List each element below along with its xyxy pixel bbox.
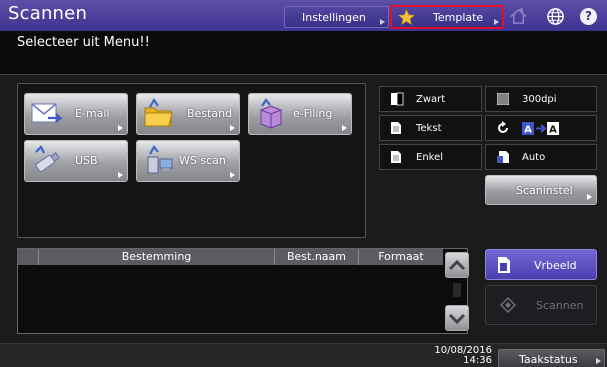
- arrow-icon: [596, 358, 601, 364]
- svg-text:A: A: [549, 125, 557, 136]
- document-icon: [391, 122, 401, 134]
- file-button[interactable]: Bestand: [136, 93, 240, 135]
- usb-button-label: USB: [75, 154, 98, 167]
- single-double-label: Enkel: [416, 152, 444, 163]
- wsscan-button-label: WS scan: [179, 154, 226, 167]
- template-button[interactable]: Template: [390, 5, 504, 29]
- job-status-label: Taakstatus: [519, 353, 578, 366]
- column-destination: Bestemming: [38, 249, 274, 265]
- envelope-icon: [31, 103, 63, 123]
- arrow-icon: [587, 194, 592, 200]
- app-title: Scannen: [8, 3, 88, 24]
- network-pc-icon: [147, 145, 173, 174]
- star-icon: [398, 9, 415, 26]
- black-white-icon: [391, 92, 404, 106]
- scan-start-button[interactable]: Scannen: [485, 285, 597, 325]
- list-header: Bestemming Best.naam Formaat: [18, 249, 443, 265]
- original-size-icon: [497, 151, 509, 163]
- email-button[interactable]: E-mail: [24, 93, 128, 135]
- single-sided-icon: [391, 151, 401, 163]
- single-double-setting[interactable]: Enkel: [379, 144, 482, 170]
- scroll-down-button[interactable]: [445, 305, 469, 331]
- text-to-text-icon: A A: [522, 122, 559, 136]
- rotation-setting[interactable]: A A: [485, 115, 597, 141]
- settings-button[interactable]: Instellingen: [284, 6, 389, 28]
- chevron-down-icon: [448, 313, 466, 325]
- arrow-icon: [380, 19, 385, 25]
- datetime: 10/08/2016 14:36: [430, 346, 492, 366]
- start-diamond-icon: [500, 297, 516, 313]
- column-file-name: Best.naam: [274, 249, 358, 265]
- wsscan-button[interactable]: WS scan: [136, 140, 240, 182]
- home-icon[interactable]: [509, 7, 528, 26]
- template-button-label: Template: [433, 11, 484, 24]
- time-text: 14:36: [463, 355, 492, 366]
- arrow-icon: [118, 172, 123, 178]
- preview-icon: [498, 257, 510, 273]
- arrow-icon: [342, 125, 347, 131]
- resolution-setting[interactable]: 300dpi: [485, 86, 597, 112]
- scan-settings-button[interactable]: Scaninstel: [485, 175, 597, 205]
- help-icon[interactable]: ?: [580, 8, 597, 25]
- footer-bar: 10/08/2016 14:36 Taakstatus: [0, 343, 607, 367]
- efiling-button-label: e-Filing: [293, 107, 333, 120]
- message-text: Selecteer uit Menu!!: [17, 35, 150, 50]
- usb-stick-icon: [35, 145, 60, 172]
- arrow-icon: [118, 125, 123, 131]
- column-format: Formaat: [358, 249, 443, 265]
- header-bar: Scannen Instellingen Template ?: [0, 0, 607, 31]
- folder-icon: [144, 98, 173, 127]
- globe-icon[interactable]: [546, 7, 565, 26]
- scan-start-label: Scannen: [536, 299, 584, 312]
- column-select: [18, 249, 38, 265]
- email-button-label: E-mail: [75, 107, 110, 120]
- scrollbar-thumb[interactable]: [453, 283, 461, 297]
- scroll-up-button[interactable]: [445, 252, 469, 278]
- arrow-icon: [230, 125, 235, 131]
- color-mode-label: Zwart: [416, 94, 446, 105]
- color-mode-setting[interactable]: Zwart: [379, 86, 482, 112]
- scan-settings-label: Scaninstel: [516, 184, 573, 197]
- original-size-setting[interactable]: Auto: [485, 144, 597, 170]
- usb-button[interactable]: USB: [24, 140, 128, 182]
- arrow-icon: [494, 19, 499, 25]
- original-size-label: Auto: [522, 152, 546, 163]
- preview-button[interactable]: Vrbeeld: [485, 249, 597, 280]
- svg-text:A: A: [524, 125, 532, 136]
- resolution-icon: [497, 93, 509, 105]
- resolution-label: 300dpi: [522, 94, 557, 105]
- preview-button-label: Vrbeeld: [534, 259, 577, 272]
- rotate-icon: [498, 121, 508, 133]
- original-mode-label: Tekst: [416, 123, 442, 134]
- settings-button-label: Instellingen: [302, 11, 366, 24]
- job-status-button[interactable]: Taakstatus: [498, 349, 605, 367]
- file-button-label: Bestand: [187, 107, 233, 120]
- efiling-button[interactable]: e-Filing: [248, 93, 352, 135]
- original-mode-setting[interactable]: Tekst: [379, 115, 482, 141]
- efiling-box-icon: [260, 98, 282, 129]
- destination-list[interactable]: Bestemming Best.naam Formaat: [17, 248, 468, 334]
- chevron-up-icon: [448, 259, 466, 271]
- message-bar: Selecteer uit Menu!!: [0, 31, 607, 75]
- arrow-icon: [230, 172, 235, 178]
